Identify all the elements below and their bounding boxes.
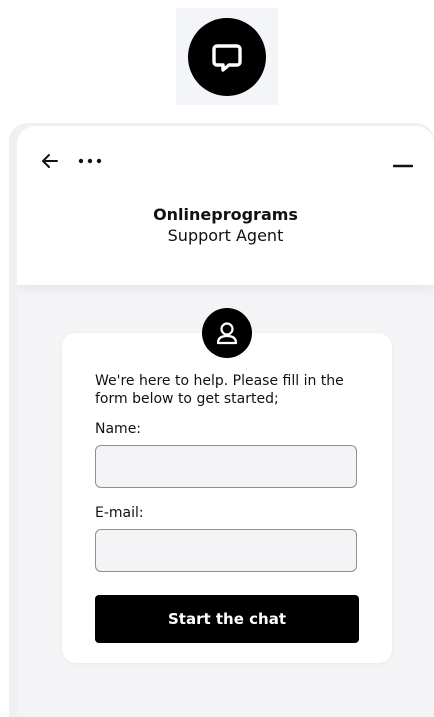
minimize-button[interactable] [392,150,414,172]
email-label: E-mail: [95,505,144,521]
email-input[interactable] [95,529,357,572]
prechat-form-card: We're here to help. Please fill in the f… [62,333,392,663]
form-intro-text: We're here to help. Please fill in the f… [95,373,344,407]
more-options-button[interactable] [77,150,103,172]
agent-company-title: Onlineprograms [153,205,298,224]
name-label: Name: [95,421,142,437]
chat-launcher-button[interactable] [188,17,266,96]
widget-header: Onlineprograms Support Agent [17,126,434,285]
chat-widget: Onlineprograms Support Agent We're here … [17,126,434,717]
agent-avatar [202,308,252,358]
name-input[interactable] [95,445,357,488]
arrow-left-icon [42,154,58,168]
user-icon [216,322,238,345]
back-button[interactable] [39,150,61,172]
minimize-icon [393,164,413,168]
more-dots-icon [78,158,102,164]
start-chat-button[interactable]: Start the chat [95,595,359,643]
chat-bubble-icon [212,43,242,72]
launcher-area [176,8,278,105]
agent-role-subtitle: Support Agent [167,226,284,245]
